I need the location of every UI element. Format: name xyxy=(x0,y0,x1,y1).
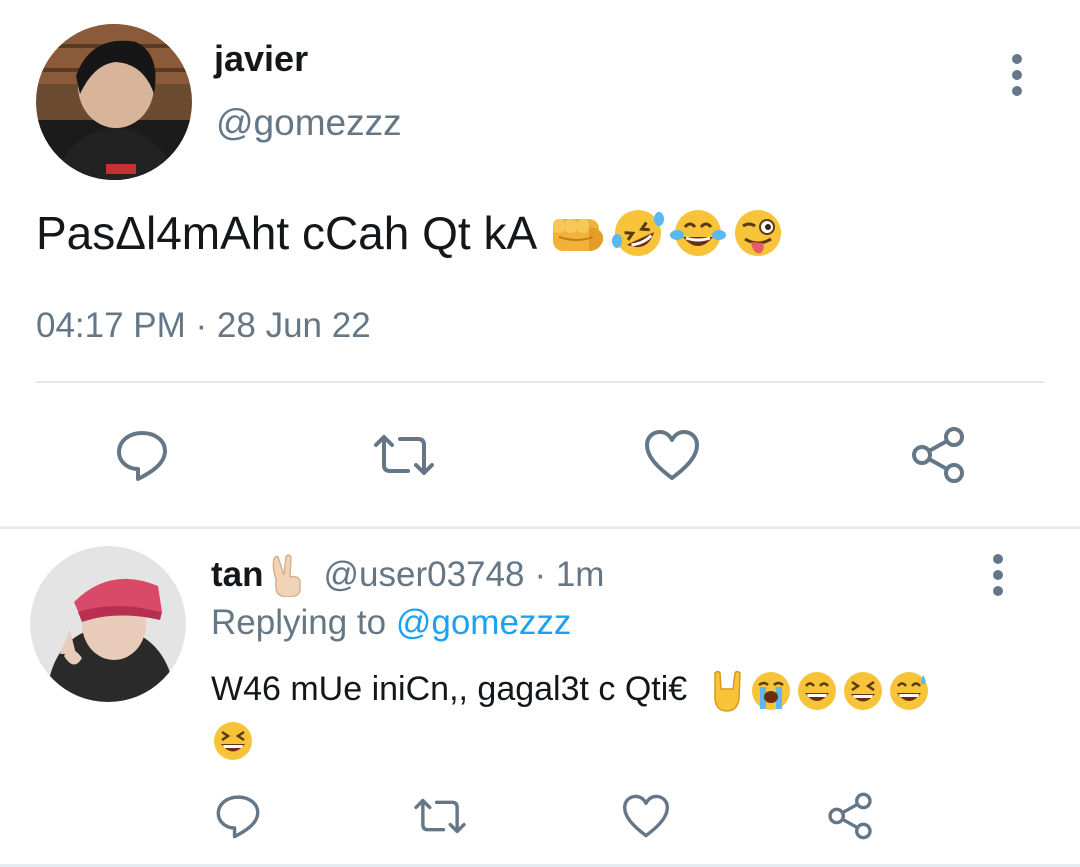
replying-to-label: Replying to xyxy=(211,603,387,642)
tweet-text: PasΔl4mAht cCah Qt kA xyxy=(36,206,787,260)
tweet-text-content: PasΔl4mAht cCah Qt kA xyxy=(36,207,538,259)
sign-of-horns-emoji xyxy=(713,670,741,712)
reply-text-content: W46 mUe iniCn,, gagal3t c Qti€ xyxy=(211,670,688,708)
replying-to-mention[interactable]: @gomezzz xyxy=(396,603,572,642)
author-display-name[interactable]: javier xyxy=(214,38,308,80)
reply-avatar[interactable] xyxy=(30,546,186,702)
tweet-emojis xyxy=(549,207,787,259)
author-handle[interactable]: @gomezzz xyxy=(216,102,402,144)
share-icon xyxy=(828,792,872,840)
dot-icon xyxy=(993,586,1003,596)
retweet-icon xyxy=(374,435,434,475)
heart-icon xyxy=(623,794,669,838)
grinning-emoji xyxy=(797,672,836,711)
heart-icon xyxy=(645,430,699,480)
dot-icon xyxy=(993,570,1003,580)
dot-icon xyxy=(993,554,1003,564)
reply-actions-bar xyxy=(0,786,1080,846)
reply-time: · 1m xyxy=(534,555,605,594)
fist-emoji xyxy=(553,219,604,251)
reply-reply-button[interactable] xyxy=(210,786,266,846)
tweet-timestamp: 04:17 PM · 28 Jun 22 xyxy=(36,306,371,345)
winking-tongue-emoji xyxy=(735,210,782,256)
reply-icon xyxy=(117,431,167,481)
reply-author-name[interactable]: tan xyxy=(211,555,264,595)
retweet-icon xyxy=(414,798,466,834)
reply-text: W46 mUe iniCn,, gagal3t c Qti€ xyxy=(211,664,991,764)
reply-icon xyxy=(216,795,260,839)
loudly-crying-emoji xyxy=(751,672,790,711)
retweet-button[interactable] xyxy=(372,420,436,490)
reply-author-handle[interactable]: @user03748 xyxy=(324,555,525,595)
laughing-emoji xyxy=(214,722,252,761)
reply-button[interactable] xyxy=(110,420,174,490)
reply-retweet-button[interactable] xyxy=(410,786,470,846)
reply-like-button[interactable] xyxy=(618,786,674,846)
tears-of-joy-emoji xyxy=(670,210,727,256)
victory-hand-emoji xyxy=(272,554,301,597)
more-options-button[interactable] xyxy=(997,45,1037,105)
reply-more-options-button[interactable] xyxy=(978,545,1018,605)
share-button[interactable] xyxy=(906,420,970,490)
tweet-separator xyxy=(0,526,1080,529)
tweet-actions-bar xyxy=(0,420,1080,490)
reply-header: tan @user03748 · 1m xyxy=(211,553,604,597)
dot-icon xyxy=(1012,86,1022,96)
reply-share-button[interactable] xyxy=(822,786,878,846)
dot-icon xyxy=(1012,70,1022,80)
rofl-emoji xyxy=(612,210,665,256)
avatar[interactable] xyxy=(36,24,192,180)
replying-to: Replying to @gomezzz xyxy=(211,603,571,643)
divider xyxy=(36,381,1044,383)
main-tweet: javier @gomezzz PasΔl4mAht cCah Qt kA 04… xyxy=(0,0,1080,526)
share-icon xyxy=(912,427,964,483)
like-button[interactable] xyxy=(640,420,704,490)
laughing-emoji xyxy=(843,672,882,711)
dot-icon xyxy=(1012,54,1022,64)
sweat-smile-emoji xyxy=(889,672,928,711)
